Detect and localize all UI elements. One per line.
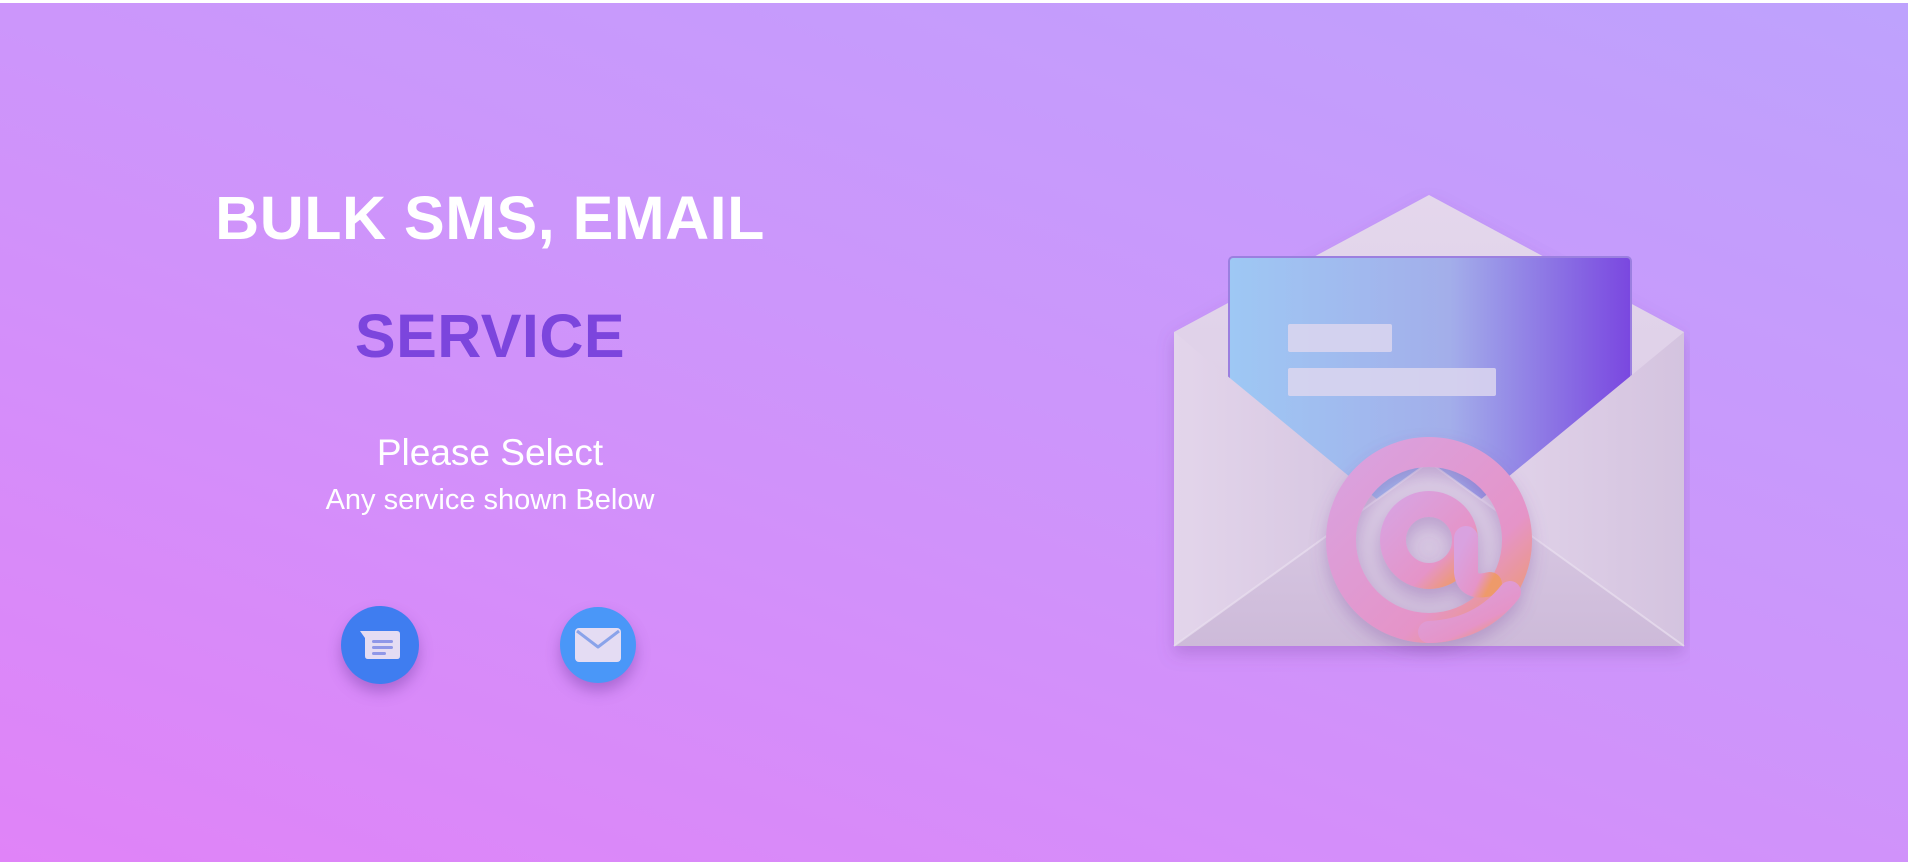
sms-service-button[interactable]: [341, 606, 419, 684]
top-border: [0, 0, 1908, 3]
select-prompt-sub: Any service shown Below: [325, 484, 655, 516]
email-service-button[interactable]: [560, 607, 636, 683]
envelope-at-icon: [1173, 195, 1685, 647]
message-icon: [360, 631, 400, 659]
page-title: BULK SMS, EMAIL: [215, 184, 765, 252]
hero-text: BULK SMS, EMAIL SERVICE Please Select An…: [160, 170, 820, 520]
select-prompt: Please Select: [376, 432, 604, 473]
page-subtitle: SERVICE: [354, 302, 626, 370]
mail-icon: [575, 628, 621, 662]
